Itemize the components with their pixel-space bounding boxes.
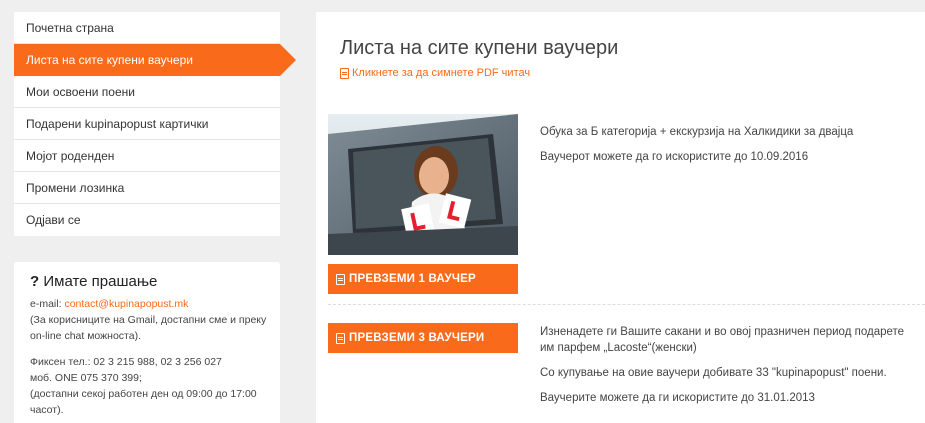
voucher-expiry: Ваучерот можете да го искористите до 10.… <box>540 151 809 163</box>
driving-student-photo <box>328 114 518 255</box>
help-box: ? Имате прашање e-mail: contact@kupinapo… <box>14 262 280 423</box>
help-title-text: Имате прашање <box>43 273 158 290</box>
account-menu: Почетна страна Листа на сите купени вауч… <box>14 12 296 236</box>
main-content: Листа на сите купени ваучери Кликнете за… <box>316 12 925 423</box>
voucher-expiry: Ваучерите можете да ги искористите до 31… <box>540 392 815 404</box>
gmail-note: (За корисниците на Gmail, достапни сме и… <box>30 314 267 342</box>
pdf-icon <box>336 332 345 344</box>
divider <box>328 304 925 305</box>
sidebar-item-change-password[interactable]: Промени лозинка <box>14 172 280 204</box>
pdf-icon <box>340 67 349 79</box>
pdf-icon <box>336 273 345 285</box>
voucher-description: Обука за Б категорија + екскурзија на Ха… <box>540 124 920 174</box>
help-email-line: e-mail: contact@kupinapopust.mk <box>30 296 270 312</box>
voucher-title: Изненадете ги Вашите сакани и во овој пр… <box>540 326 905 354</box>
sidebar-item-gift-cards[interactable]: Подарени kupinapopust картички <box>14 108 280 140</box>
mobile-line: моб. ONE 075 370 399; <box>30 372 142 384</box>
pdf-reader-link[interactable]: Кликнете за да симнете PDF читач <box>340 67 530 79</box>
sidebar-item-birthday[interactable]: Мојот роденден <box>14 140 280 172</box>
email-link[interactable]: contact@kupinapopust.mk <box>64 298 188 310</box>
sidebar: Почетна страна Листа на сите купени вауч… <box>14 12 296 423</box>
sidebar-item-points[interactable]: Мои освоени поени <box>14 76 280 108</box>
download-button-label: ПРЕВЗЕМИ 1 ВАУЧЕР <box>349 273 476 285</box>
voucher-image[interactable] <box>328 114 518 255</box>
download-button-label: ПРЕВЗЕМИ 3 ВАУЧЕРИ <box>349 332 485 344</box>
sidebar-item-home[interactable]: Почетна страна <box>14 12 280 44</box>
question-mark-icon: ? <box>30 273 40 290</box>
sidebar-item-logout[interactable]: Одјави се <box>14 204 280 236</box>
email-label: e-mail: <box>30 298 62 310</box>
help-title: ? Имате прашање <box>30 274 270 290</box>
sidebar-item-vouchers[interactable]: Листа на сите купени ваучери <box>14 44 296 76</box>
voucher-title: Обука за Б категорија + екскурзија на Ха… <box>540 126 854 138</box>
voucher-points: Со купување на овие ваучери добивате 33 … <box>540 367 887 379</box>
download-1-voucher-button[interactable]: ПРЕВЗЕМИ 1 ВАУЧЕР <box>328 264 518 294</box>
hours-line: (достапни секој работен ден од 09:00 до … <box>30 388 257 416</box>
phone-line: Фиксен тел.: 02 3 215 988, 02 3 256 027 <box>30 356 222 368</box>
voucher-description: Изненадете ги Вашите сакани и во овој пр… <box>540 324 920 415</box>
pdf-reader-link-text: Кликнете за да симнете PDF читач <box>352 67 531 79</box>
page-title: Листа на сите купени ваучери <box>340 37 619 59</box>
download-3-vouchers-button[interactable]: ПРЕВЗЕМИ 3 ВАУЧЕРИ <box>328 323 518 353</box>
